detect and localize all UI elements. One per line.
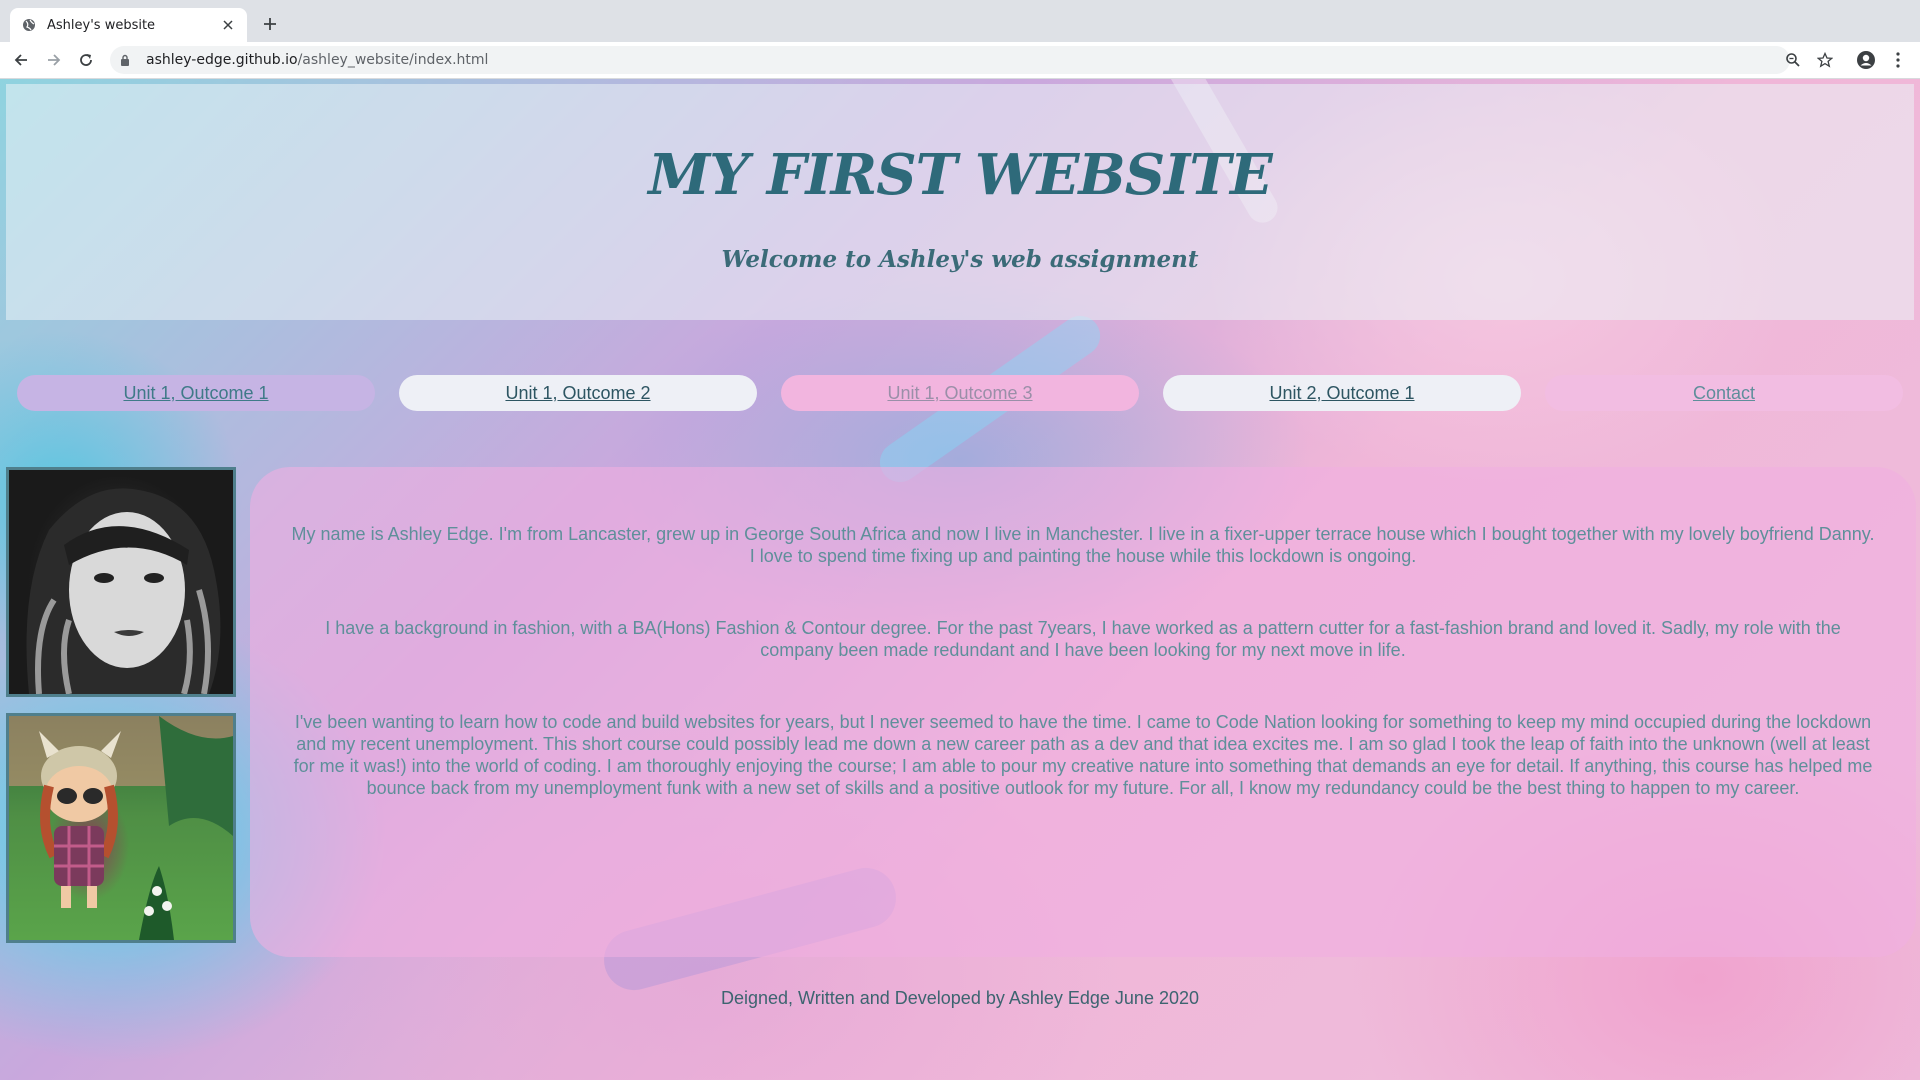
tab-title: Ashley's website [47,17,156,33]
url-text: ashley-edge.github.io/ashley_website/ind… [146,52,488,68]
page-viewport: MY FIRST WEBSITE Welcome to Ashley's web… [0,79,1920,1080]
zoom-icon[interactable] [1783,50,1803,70]
page-header: MY FIRST WEBSITE Welcome to Ashley's web… [6,84,1914,320]
main-nav: Unit 1, Outcome 1 Unit 1, Outcome 2 Unit… [0,375,1920,413]
about-paragraph: My name is Ashley Edge. I'm from Lancast… [291,524,1875,566]
about-content-panel: My name is Ashley Edge. I'm from Lancast… [250,467,1916,957]
address-bar[interactable]: ashley-edge.github.io/ashley_website/ind… [110,46,1790,74]
about-paragraph: I've been wanting to learn how to code a… [293,712,1873,798]
page-footer: Deigned, Written and Developed by Ashley… [721,988,1199,1008]
nav-link-unit1-outcome1[interactable]: Unit 1, Outcome 1 [17,375,375,411]
nav-link-unit1-outcome2[interactable]: Unit 1, Outcome 2 [399,375,757,411]
browser-tab[interactable]: Ashley's website [10,8,247,42]
profile-photo [6,467,236,697]
url-path: /ashley_website/index.html [297,52,489,68]
nav-link-contact[interactable]: Contact [1545,375,1903,411]
reload-icon[interactable] [76,50,96,70]
about-paragraph: I have a background in fashion, with a B… [325,618,1841,660]
nav-link-unit1-outcome3[interactable]: Unit 1, Outcome 3 [781,375,1139,411]
page-title: MY FIRST WEBSITE [648,142,1272,208]
page-subtitle: Welcome to Ashley's web assignment [721,246,1199,273]
url-host: ashley-edge.github.io [146,52,298,68]
forward-arrow-icon[interactable] [44,50,64,70]
profile-avatar-icon[interactable] [1856,50,1876,70]
globe-icon [21,17,37,33]
menu-kebab-icon[interactable] [1888,50,1908,70]
avatar-game-character-image [6,713,236,943]
nav-link-unit2-outcome1[interactable]: Unit 2, Outcome 1 [1163,375,1521,411]
back-arrow-icon[interactable] [11,50,31,70]
browser-toolbar: ashley-edge.github.io/ashley_website/ind… [0,42,1920,79]
lock-icon[interactable] [120,53,134,67]
new-tab-icon[interactable] [260,14,280,34]
close-tab-icon[interactable] [219,16,237,34]
tab-strip: Ashley's website [0,0,1920,42]
bookmark-star-icon[interactable] [1815,50,1835,70]
